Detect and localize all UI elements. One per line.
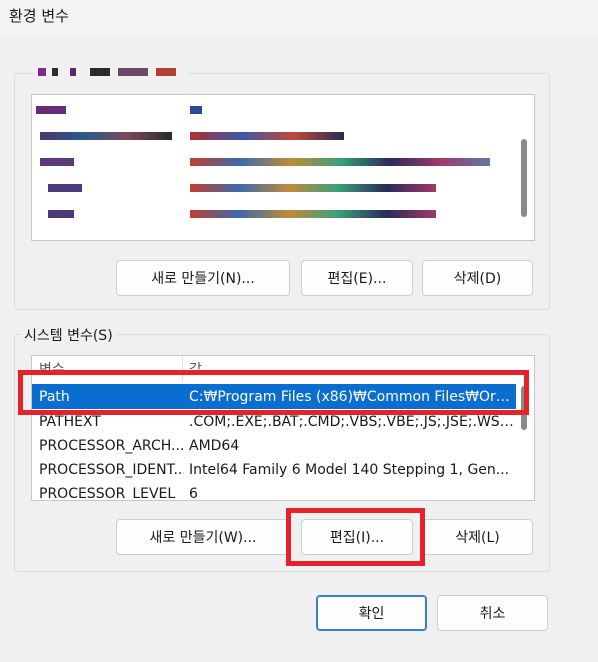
- table-row[interactable]: PROCESSOR_IDENT... Intel64 Family 6 Mode…: [32, 457, 516, 482]
- table-row[interactable]: PROCESSOR_ARCH... AMD64: [32, 433, 516, 458]
- row-name: PROCESSOR_LEVEL: [39, 485, 176, 501]
- list-item-redacted[interactable]: [32, 203, 518, 225]
- list-item-redacted[interactable]: [32, 99, 518, 121]
- system-edit-button[interactable]: 편집(I)...: [301, 519, 413, 555]
- row-name: Path: [39, 388, 70, 405]
- system-variables-label: 시스템 변수(S): [21, 325, 116, 345]
- user-variables-list[interactable]: [31, 94, 535, 241]
- row-value: C:₩Program Files (x86)₩Common Files₩Orac…: [189, 388, 514, 405]
- user-edit-button[interactable]: 편집(E)...: [301, 260, 413, 296]
- user-variables-scrollbar[interactable]: [516, 95, 534, 240]
- list-item-redacted[interactable]: [32, 177, 518, 199]
- system-new-button[interactable]: 새로 만들기(W)...: [116, 519, 290, 555]
- user-variables-scroll-thumb[interactable]: [521, 139, 527, 217]
- list-item-redacted[interactable]: [32, 125, 518, 147]
- row-value: Intel64 Family 6 Model 140 Stepping 1, G…: [189, 461, 510, 478]
- column-header-value[interactable]: 값: [189, 359, 514, 379]
- system-variables-scroll-thumb[interactable]: [521, 386, 527, 430]
- title-bar: 환경 변수: [0, 0, 598, 34]
- user-new-button[interactable]: 새로 만들기(N)...: [116, 260, 290, 296]
- column-divider[interactable]: [182, 356, 183, 381]
- row-name: PROCESSOR_ARCH...: [39, 437, 184, 454]
- user-variables-label-redacted: [34, 66, 188, 78]
- table-row[interactable]: PROCESSOR_LEVEL 6: [32, 481, 516, 501]
- row-name: PROCESSOR_IDENT...: [39, 461, 184, 478]
- row-value: 6: [189, 485, 198, 501]
- cancel-button[interactable]: 취소: [437, 595, 548, 631]
- ok-button[interactable]: 확인: [316, 595, 427, 631]
- user-delete-button[interactable]: 삭제(D): [422, 260, 533, 296]
- table-row[interactable]: PATHEXT .COM;.EXE;.BAT;.CMD;.VBS;.VBE;.J…: [32, 409, 516, 434]
- list-item-redacted[interactable]: [32, 151, 518, 173]
- system-variables-scrollbar[interactable]: [516, 356, 534, 500]
- row-value: AMD64: [189, 437, 240, 454]
- system-delete-button[interactable]: 삭제(L): [422, 519, 533, 555]
- row-name: PATHEXT: [39, 413, 101, 430]
- column-header-name[interactable]: 변수: [39, 359, 184, 379]
- list-header: 변수 값: [32, 356, 516, 381]
- row-value: .COM;.EXE;.BAT;.CMD;.VBS;.VBE;.JS;.JSE;.…: [189, 413, 514, 430]
- system-variables-list[interactable]: 변수 값 Path C:₩Program Files (x86)₩Common …: [31, 355, 535, 501]
- window-title: 환경 변수: [9, 7, 69, 25]
- table-row-path[interactable]: Path C:₩Program Files (x86)₩Common Files…: [32, 384, 516, 409]
